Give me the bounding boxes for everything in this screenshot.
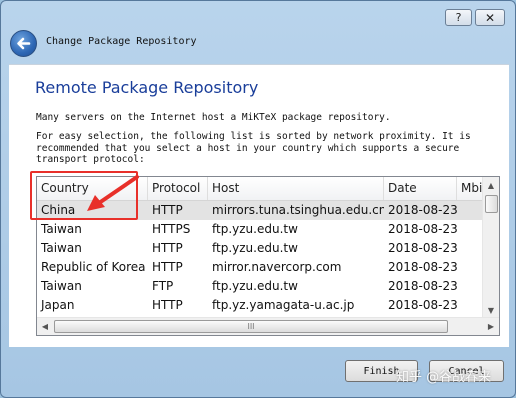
table-row[interactable]: Japan HTTP ftp.yz.yamagata-u.ac.jp 2018-… [37,296,485,315]
horizontal-scrollbar[interactable]: ◀ III ▶ [37,317,499,335]
cell-host: ftp.yz.yamagata-u.ac.jp [212,298,355,312]
back-button[interactable] [10,30,37,57]
scroll-up-icon[interactable]: ▲ [483,177,499,193]
table-row[interactable]: Taiwan HTTPS ftp.yzu.edu.tw 2018-08-23 [37,220,485,239]
page-heading: Remote Package Repository [35,78,259,97]
cell-country: Taiwan [41,241,82,255]
instruction-paragraph: For easy selection, the following list i… [36,131,471,166]
scroll-down-icon[interactable]: ▼ [483,302,499,318]
cell-date: 2018-08-23 [388,260,457,274]
column-header-date[interactable]: Date [384,177,457,200]
cell-country: Taiwan [41,279,82,293]
instruction-line-2: recommended that you select a host in yo… [36,142,460,154]
vertical-scrollbar[interactable]: ▲ ▼ [482,177,499,318]
cell-date: 2018-08-23 [388,279,457,293]
table-row[interactable]: Taiwan FTP ftp.yzu.edu.tw 2018-08-23 [37,277,485,296]
column-header-mbi[interactable]: Mbi [457,177,485,200]
cell-protocol: HTTP [152,203,183,217]
dialog-window: ? ✕ Change Package Repository Remote Pac… [0,0,516,398]
cell-date: 2018-08-23 [388,203,457,217]
cell-host: ftp.yzu.edu.tw [212,279,298,293]
cell-host: mirrors.tuna.tsinghua.edu.cn [212,203,384,217]
back-arrow-icon [17,37,31,50]
scroll-left-icon[interactable]: ◀ [37,318,53,335]
cell-date: 2018-08-23 [388,241,457,255]
column-header-protocol[interactable]: Protocol [148,177,208,200]
watermark: 知乎 @谷战春来 [396,370,492,385]
close-icon: ✕ [484,10,496,25]
cell-protocol: FTP [152,279,174,293]
table-row[interactable]: Republic of Korea HTTP mirror.navercorp.… [37,258,485,277]
cell-protocol: HTTP [152,260,183,274]
cell-host: ftp.yzu.edu.tw [212,222,298,236]
help-icon: ? [455,11,462,24]
intro-paragraph: Many servers on the Internet host a MiKT… [36,112,391,124]
intro-text: Many servers on the Internet host a MiKT… [36,112,391,123]
horizontal-scroll-thumb[interactable]: III [54,320,448,333]
column-header-host[interactable]: Host [208,177,384,200]
scroll-right-icon[interactable]: ▶ [483,318,499,335]
table-row[interactable]: Taiwan HTTP ftp.yzu.edu.tw 2018-08-23 [37,239,485,258]
cell-date: 2018-08-23 [388,222,457,236]
cell-protocol: HTTP [152,241,183,255]
close-button[interactable]: ✕ [475,9,505,26]
cell-country: Japan [41,298,75,312]
cell-protocol: HTTP [152,298,183,312]
cell-country: Taiwan [41,222,82,236]
instruction-line-1: For easy selection, the following list i… [36,131,471,142]
help-button[interactable]: ? [445,9,472,26]
cell-host: ftp.yzu.edu.tw [212,241,298,255]
cell-protocol: HTTPS [152,222,191,236]
cell-date: 2018-08-23 [388,298,457,312]
cell-host: mirror.navercorp.com [212,260,342,274]
annotation-arrow-icon [87,175,139,211]
grip-icon: III [247,322,255,331]
instruction-line-3: transport protocol: [36,154,145,165]
cell-country: Republic of Korea [41,260,146,274]
wizard-title: Change Package Repository [46,36,197,47]
vertical-scroll-thumb[interactable] [485,195,498,213]
